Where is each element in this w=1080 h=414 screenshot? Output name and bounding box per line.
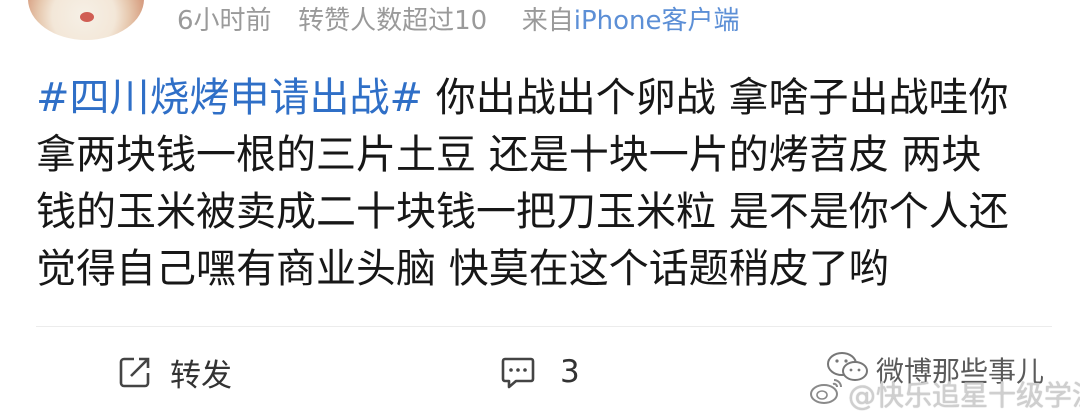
- comment-count: 3: [560, 354, 580, 390]
- weibo-icon: [808, 376, 848, 413]
- repost-label: 转发: [170, 357, 232, 394]
- post-line-2: 拿两块钱一根的三片土豆 还是十块一片的烤苕皮 两块: [36, 132, 982, 178]
- weibo-watermark: @快乐追星十级学渣: [808, 374, 1080, 414]
- repost-threshold: 转赞人数超过10: [298, 6, 488, 36]
- comment-icon: [500, 355, 536, 389]
- repost-icon: [118, 355, 152, 389]
- post-body: #四川烧烤申请出战# 你出战出个卵战 拿啥子出战哇你 拿两块钱一根的三片土豆 还…: [36, 70, 1046, 298]
- post-line-1: #四川烧烤申请出战# 你出战出个卵战 拿啥子出战哇你: [36, 70, 1046, 127]
- divider: [36, 326, 1052, 327]
- hashtag-link[interactable]: #四川烧烤申请出战#: [36, 75, 423, 121]
- post-time: 6小时前: [177, 6, 272, 36]
- post-meta: 6小时前 转赞人数超过10 来自iPhone客户端: [177, 3, 739, 39]
- source-prefix: 来自: [521, 6, 574, 36]
- comment-button[interactable]: 3: [500, 350, 580, 394]
- repost-button[interactable]: 转发: [118, 350, 232, 394]
- post-line-1-text: 你出战出个卵战 拿啥子出战哇你: [423, 75, 1009, 121]
- user-avatar[interactable]: [28, 0, 144, 40]
- post-line-4: 觉得自己嘿有商业头脑 快莫在这个话题稍皮了哟: [36, 246, 889, 292]
- weibo-account: @快乐追星十级学渣: [848, 379, 1080, 412]
- source-device[interactable]: iPhone客户端: [574, 6, 740, 36]
- post-line-3: 钱的玉米被卖成二十块钱一把刀玉米粒 是不是你个人还: [36, 189, 1009, 235]
